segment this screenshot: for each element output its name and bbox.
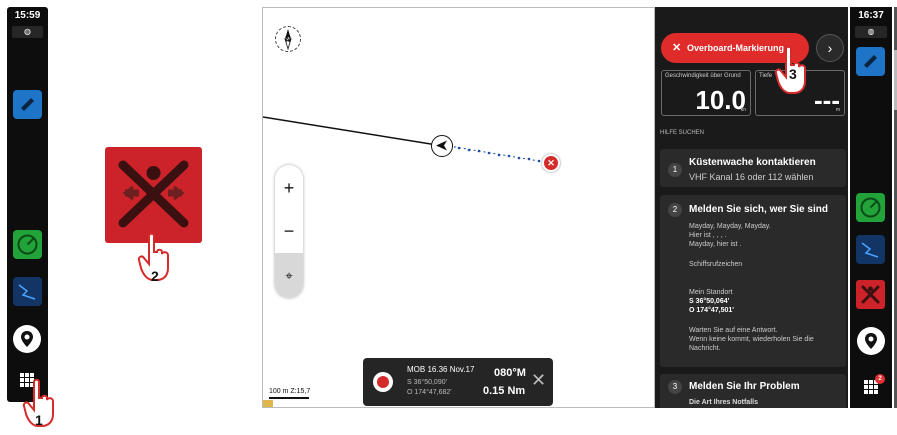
step-three-label: 3 bbox=[789, 66, 797, 82]
position-longitude: O 174°47,501' bbox=[689, 306, 734, 315]
step-number: 1 bbox=[668, 163, 682, 177]
overboard-x-icon: ✕ bbox=[672, 42, 682, 54]
step-number: 2 bbox=[668, 203, 682, 217]
mob-assistance-panel: ✕ Overboard-Markierung › Geschwindigkeit… bbox=[655, 7, 848, 408]
position-heading: Mein Standort bbox=[689, 289, 733, 296]
step-subtitle: Die Art Ihres Notfalls bbox=[689, 399, 758, 406]
status-indicator: ◍ bbox=[12, 26, 43, 38]
notification-badge: 2 bbox=[875, 374, 885, 384]
navigation-app-icon[interactable] bbox=[13, 90, 42, 119]
mob-card-icon bbox=[373, 372, 393, 392]
step-subtitle: VHF Kanal 16 oder 112 wählen bbox=[689, 172, 814, 182]
navigation-app-icon[interactable] bbox=[856, 47, 885, 76]
depth-label: Tiefe bbox=[759, 73, 773, 79]
clock: 16:37 bbox=[858, 10, 884, 21]
right-app-rail: 16:37 ◍ 2 bbox=[850, 7, 892, 408]
scale-label: 100 m Z:15,7 bbox=[269, 388, 311, 395]
sog-value: 10.0 bbox=[695, 85, 746, 115]
overboard-label: Overboard-Markierung bbox=[687, 43, 785, 53]
wait-line: Warten Sie auf eine Antwort. bbox=[689, 327, 778, 334]
mayday-line: Mayday, Mayday, Mayday. bbox=[689, 223, 771, 230]
zoom-in-button[interactable]: + bbox=[275, 168, 303, 208]
route-app-icon[interactable] bbox=[856, 235, 885, 264]
radar-app-icon[interactable] bbox=[13, 230, 42, 259]
callsign-line: Schiffsrufzeichen bbox=[689, 261, 743, 268]
scale-chip bbox=[263, 400, 273, 407]
speed-over-ground-box: Geschwindigkeit über Grund 10.0 kn bbox=[661, 70, 751, 116]
help-step-card[interactable]: 1 Küstenwache kontaktieren VHF Kanal 16 … bbox=[660, 149, 846, 187]
mob-distance: 0.15 Nm bbox=[483, 385, 526, 397]
radar-app-icon[interactable] bbox=[856, 193, 885, 222]
zoom-controls: + − ⌖ bbox=[275, 165, 303, 298]
sog-unit: kn bbox=[740, 107, 746, 113]
mob-longitude: O 174°47,682' bbox=[407, 389, 452, 396]
sog-label: Geschwindigkeit über Grund bbox=[665, 73, 741, 79]
man-overboard-app-icon[interactable] bbox=[856, 280, 885, 309]
vessel-icon[interactable] bbox=[431, 135, 453, 157]
close-icon[interactable]: ✕ bbox=[531, 370, 546, 391]
wait-line: Nachricht. bbox=[689, 345, 721, 352]
help-step-card[interactable]: 2 Melden Sie sich, wer Sie sind Mayday, … bbox=[660, 195, 846, 367]
mayday-line: Mayday, hier ist . bbox=[689, 241, 742, 248]
chart-map[interactable]: ✕ N + − ⌖ 100 m Z:15,7 MOB 16.36 Nov.17 … bbox=[262, 7, 655, 408]
mob-info-card[interactable]: MOB 16.36 Nov.17 S 36°50,090' O 174°47,6… bbox=[363, 358, 553, 406]
section-heading: HILFE SUCHEN bbox=[660, 130, 705, 136]
add-waypoint-button[interactable] bbox=[857, 327, 885, 355]
next-arrow-button[interactable]: › bbox=[816, 34, 844, 62]
step-title: Küstenwache kontaktieren bbox=[689, 157, 816, 168]
position-longitude-value: O 174°47,501' bbox=[689, 307, 734, 314]
mayday-line: Hier ist , , , . bbox=[689, 232, 727, 239]
clock: 15:59 bbox=[14, 10, 41, 21]
mob-title: MOB 16.36 Nov.17 bbox=[407, 365, 475, 374]
help-step-card[interactable]: 3 Melden Sie Ihr Problem Die Art Ihres N… bbox=[660, 374, 846, 408]
wait-line: Wenn keine kommt, wiederholen Sie die bbox=[689, 336, 814, 343]
step-one-label: 1 bbox=[35, 412, 43, 428]
mob-marker-icon[interactable]: ✕ bbox=[542, 154, 560, 172]
step-title: Melden Sie Ihr Problem bbox=[689, 381, 800, 392]
mob-latitude: S 36°50,090' bbox=[407, 379, 447, 386]
position-latitude-value: S 36°50,064' bbox=[689, 298, 730, 305]
depth-unit: m bbox=[835, 107, 840, 113]
compass-north-label: N bbox=[285, 35, 291, 44]
route-track bbox=[263, 116, 552, 164]
man-overboard-icon[interactable] bbox=[105, 147, 202, 243]
left-app-rail: 15:59 ◍ bbox=[7, 7, 48, 402]
locate-button[interactable]: ⌖ bbox=[275, 253, 303, 298]
zoom-out-button[interactable]: − bbox=[275, 211, 303, 251]
route-app-icon[interactable] bbox=[13, 277, 42, 306]
status-indicator: ◍ bbox=[855, 26, 887, 38]
mob-bearing: 080°M bbox=[494, 367, 526, 379]
add-waypoint-button[interactable] bbox=[13, 325, 41, 353]
step-number: 3 bbox=[668, 380, 682, 394]
scale-bar bbox=[269, 397, 309, 399]
step-two-label: 2 bbox=[151, 268, 159, 284]
compass-icon[interactable]: N bbox=[275, 26, 301, 52]
position-latitude: S 36°50,064' bbox=[689, 297, 729, 306]
step-title: Melden Sie sich, wer Sie sind bbox=[689, 204, 828, 215]
